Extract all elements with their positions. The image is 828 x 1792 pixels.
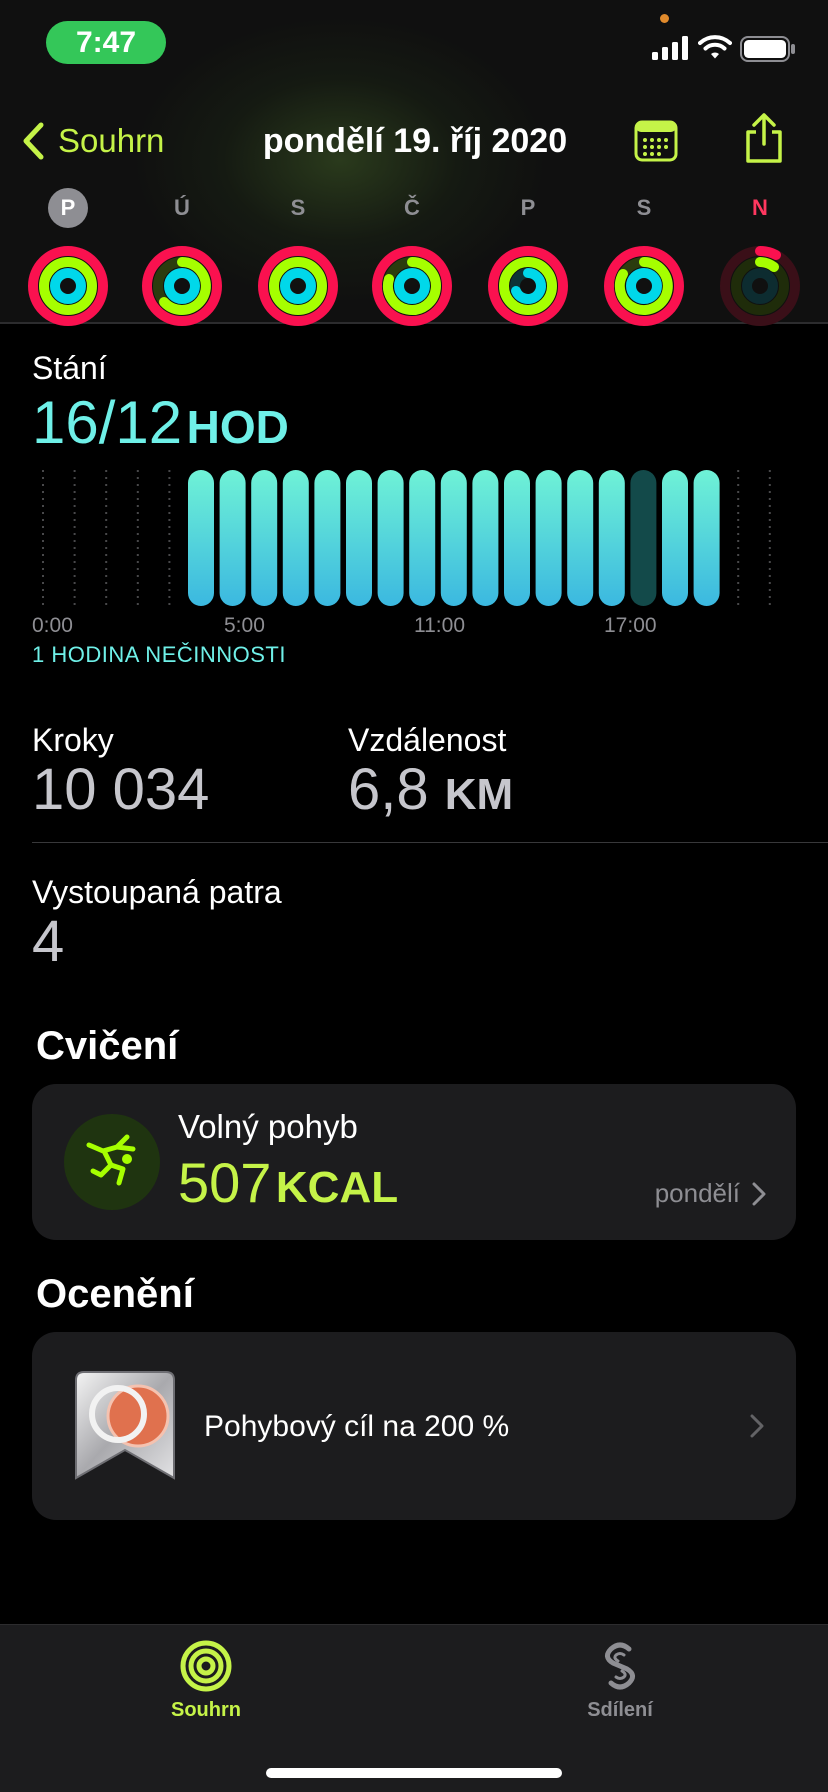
stand-hour-inactive-bar (630, 470, 657, 606)
workout-card[interactable]: Volný pohyb 507 KCAL pondělí (32, 1084, 796, 1240)
activity-rings-icon (258, 246, 338, 326)
distance-unit: KM (444, 770, 514, 819)
chevron-right-icon (750, 1414, 764, 1438)
stand-hour-bar (567, 470, 594, 606)
workout-calories-value: 507 (178, 1151, 272, 1214)
steps-label: Kroky (32, 722, 114, 758)
day-letter: P (520, 195, 536, 220)
floors-value: 4 (32, 909, 65, 974)
day-sunday[interactable]: N (710, 188, 810, 328)
hour-label: 17:00 (604, 614, 657, 637)
stand-value: 16/12 HOD (32, 388, 289, 457)
stand-hours: 16/12 (32, 389, 183, 456)
activity-rings-icon (372, 246, 452, 326)
stand-hour-bar (472, 470, 499, 606)
calendar-icon[interactable] (634, 118, 678, 162)
page-title: pondělí 19. říj 2020 (262, 122, 568, 160)
hour-label: 5:00 (224, 614, 265, 637)
tab-bar: Souhrn Sdílení (0, 1624, 828, 1792)
workout-calories-unit: KCAL (275, 1163, 399, 1212)
stand-hour-bar (440, 470, 467, 606)
day-letter: N (752, 195, 768, 220)
stand-hour-bar (251, 470, 278, 606)
stand-hour-bar (662, 470, 688, 606)
share-icon[interactable] (742, 112, 786, 164)
day-letter: Č (404, 195, 420, 220)
back-button-label: Souhrn (58, 122, 165, 159)
stand-hour-bar (535, 470, 562, 606)
battery-icon (740, 36, 795, 62)
award-card[interactable]: Pohybový cíl na 200 % (32, 1332, 796, 1520)
day-thursday[interactable]: Č (362, 188, 462, 328)
workout-day: pondělí (655, 1178, 766, 1209)
day-friday[interactable]: P (478, 188, 578, 328)
day-letter: S (636, 195, 652, 220)
activity-rings-icon (604, 246, 684, 326)
distance-label: Vzdálenost (348, 722, 507, 758)
hour-label: 0:00 (32, 614, 73, 637)
award-label: Pohybový cíl na 200 % (204, 1410, 510, 1443)
activity-rings-icon (488, 246, 568, 326)
tab-sharing-label: Sdílení (587, 1699, 653, 1721)
distance-value: 6,8 KM (348, 756, 513, 823)
day-letter: Ú (174, 195, 190, 220)
activity-rings-icon (28, 246, 108, 326)
sharing-icon (605, 1642, 635, 1690)
stand-hour-bar (409, 470, 436, 606)
free-movement-icon (64, 1114, 160, 1210)
status-time[interactable]: 7:47 (46, 21, 166, 64)
chevron-left-icon (23, 122, 44, 160)
tab-sharing[interactable]: Sdílení (520, 1639, 720, 1722)
day-saturday[interactable]: S (594, 188, 694, 328)
steps-value: 10 034 (32, 757, 210, 822)
stand-hour-bar (219, 470, 246, 606)
day-monday[interactable]: P (18, 188, 118, 328)
divider (32, 842, 828, 843)
wifi-icon (698, 35, 732, 59)
home-indicator[interactable] (266, 1768, 562, 1778)
stand-label: Stání (32, 350, 107, 386)
header-area: 7:47 Souhrn pondělí 19. říj 2020 P Ú S Č… (0, 0, 828, 326)
stand-hour-bar (598, 470, 625, 606)
day-tuesday[interactable]: Ú (132, 188, 232, 328)
stand-unit: HOD (186, 401, 289, 453)
activity-rings-icon (720, 246, 800, 326)
stand-hour-bar (314, 470, 341, 606)
distance-number: 6,8 (348, 757, 429, 822)
stand-hours-chart (42, 470, 771, 606)
tab-summary[interactable]: Souhrn (106, 1639, 306, 1722)
stand-hour-bar (693, 470, 720, 606)
stand-hour-bar (282, 470, 309, 606)
awards-title: Ocenění (36, 1272, 194, 1316)
stand-hour-bar (504, 470, 530, 606)
cellular-signal-icon (652, 36, 688, 60)
privacy-indicator (660, 14, 669, 23)
floors-label: Vystoupaná patra (32, 874, 282, 910)
activity-rings-icon (142, 246, 222, 326)
move-goal-badge (75, 1371, 175, 1480)
workouts-title: Cvičení (36, 1024, 179, 1068)
inactive-hours-note: 1 HODINA NEČINNOSTI (32, 642, 286, 667)
stand-hour-bar (377, 470, 404, 606)
day-wednesday[interactable]: S (248, 188, 348, 328)
workout-name: Volný pohyb (178, 1108, 358, 1145)
hour-label: 11:00 (414, 614, 465, 637)
chevron-right-icon (752, 1182, 766, 1205)
activity-rings-icon (180, 1640, 232, 1692)
day-letter: P (48, 188, 88, 228)
back-button[interactable]: Souhrn (22, 118, 164, 164)
day-letter: S (290, 195, 306, 220)
workout-day-label: pondělí (654, 1178, 740, 1208)
workout-calories: 507 KCAL (178, 1150, 398, 1215)
stand-hour-bar (346, 470, 372, 606)
week-strip: P Ú S Č P S N (0, 188, 828, 326)
tab-summary-label: Souhrn (171, 1699, 241, 1721)
stand-hour-bar (188, 470, 214, 606)
